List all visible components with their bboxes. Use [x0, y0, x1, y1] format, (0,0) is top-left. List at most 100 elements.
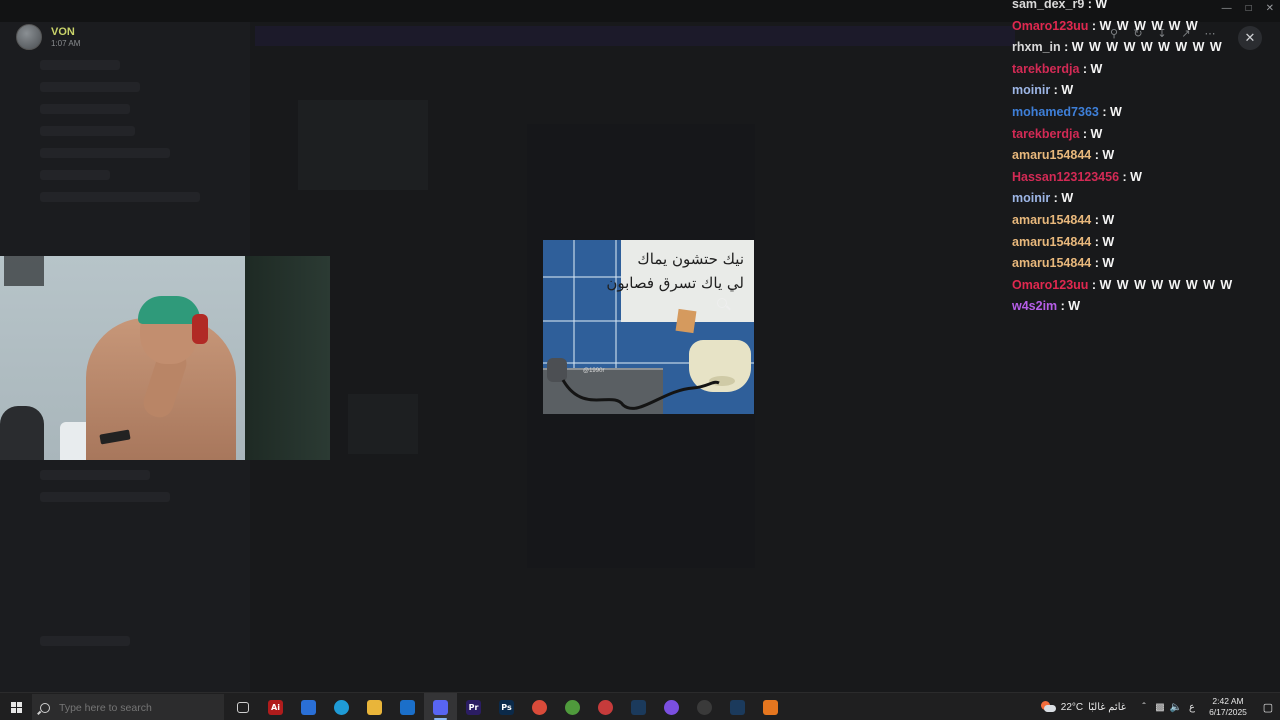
taskbar-app-steam[interactable] [622, 693, 655, 720]
chat-text: W [1061, 83, 1075, 98]
volume-icon[interactable]: 🔈 [1168, 702, 1184, 713]
system-tray: 22°C غائم غالبًا ˆ ▩ 🔈 ع 2:42 AM 6/17/20… [1040, 693, 1280, 720]
chat-message: rhxm_in : W W W W W W W W W [1012, 37, 1272, 59]
chat-username[interactable]: tarekberdja [1012, 62, 1079, 76]
chat-text: W W W W W W W W W [1071, 40, 1223, 55]
chat-message: amaru154844 : W [1012, 253, 1272, 275]
chat-separator: : [1079, 61, 1091, 76]
background-channel-row [40, 636, 130, 646]
chat-text: W [1090, 126, 1104, 141]
taskbar-app-edge[interactable] [325, 693, 358, 720]
chat-message: moinir : W [1012, 80, 1272, 102]
chat-username[interactable]: w4s2im [1012, 299, 1057, 313]
taskbar-app-microsoft-store[interactable] [292, 693, 325, 720]
taskbar-search[interactable] [32, 694, 224, 720]
app-circle-icon [697, 699, 712, 715]
chat-separator: : [1050, 191, 1062, 206]
chat-username[interactable]: moinir [1012, 191, 1050, 205]
chat-username[interactable]: amaru154844 [1012, 256, 1091, 270]
chat-username[interactable]: Hassan123123456 [1012, 170, 1119, 184]
chat-text: W [1102, 234, 1116, 249]
weather-widget[interactable]: 22°C غائم غالبًا [1040, 701, 1136, 713]
taskbar-app-file-explorer[interactable] [358, 693, 391, 720]
weather-temp: 22°C [1060, 701, 1084, 713]
chat-separator: : [1091, 148, 1103, 163]
taskbar-app-app-green[interactable] [556, 693, 589, 720]
taskbar-app-steam-2[interactable] [721, 693, 754, 720]
chat-username[interactable]: amaru154844 [1012, 235, 1091, 249]
microsoft-store-icon [301, 699, 316, 715]
notification-icon[interactable]: ▢ [1256, 701, 1280, 714]
chat-username[interactable]: Omaro123uu [1012, 19, 1088, 33]
app-green-icon [565, 699, 580, 715]
chat-separator: : [1091, 212, 1103, 227]
taskbar-app-app-circle[interactable] [688, 693, 721, 720]
chevron-up-icon[interactable]: ˆ [1136, 702, 1152, 713]
chat-text: W W W W W W W W [1099, 277, 1234, 292]
premiere-icon: Pr [466, 699, 481, 715]
chat-username[interactable]: sam_dex_r9 [1012, 0, 1084, 11]
chat-message: w4s2im : W [1012, 296, 1272, 318]
taskbar-app-outlook[interactable] [391, 693, 424, 720]
chat-message: tarekberdja : W [1012, 59, 1272, 81]
taskbar-app-app-orange[interactable] [754, 693, 787, 720]
background-channel-row [40, 104, 130, 114]
task-view-icon [236, 701, 249, 713]
taskbar-app-photoshop[interactable]: Ps [490, 693, 523, 720]
search-input[interactable] [59, 701, 209, 714]
taskbar-app-discord[interactable] [424, 693, 457, 720]
taskbar-app-premiere[interactable]: Pr [457, 693, 490, 720]
chat-username[interactable]: mohamed7363 [1012, 105, 1099, 119]
chat-message: amaru154844 : W [1012, 210, 1272, 232]
screen: VON 1:07 AM — □ ✕ ⚲ ↻ ↧ ↗ ⋯ ✕ نيك حتشون … [0, 0, 1280, 720]
chat-username[interactable]: moinir [1012, 83, 1050, 97]
chat-username[interactable]: amaru154844 [1012, 213, 1091, 227]
taskbar-app-app-red[interactable] [589, 693, 622, 720]
chat-separator: : [1091, 234, 1103, 249]
chat-text: W [1130, 169, 1143, 184]
taskbar-app-chrome[interactable] [523, 693, 556, 720]
chat-username[interactable]: rhxm_in [1012, 40, 1061, 54]
app-orange-icon [763, 699, 778, 715]
app-red-icon [598, 699, 613, 715]
webcam-overlay [0, 256, 330, 460]
edge-icon [334, 699, 349, 715]
chat-text: W [1095, 0, 1109, 11]
chat-separator: : [1060, 40, 1072, 55]
discord-icon [433, 699, 448, 715]
start-button[interactable] [0, 693, 32, 720]
background-channel-row [40, 82, 140, 92]
meme-image[interactable]: نيك حتشون يماك لي ياك تسرق فصابون @1990r [543, 240, 754, 414]
chat-text: W [1102, 256, 1116, 271]
network-icon[interactable]: ▩ [1152, 702, 1168, 713]
chat-username[interactable]: amaru154844 [1012, 148, 1091, 162]
avatar [16, 24, 42, 50]
chat-username[interactable]: Omaro123uu [1012, 278, 1088, 292]
taskbar-app-task-view[interactable] [226, 693, 259, 720]
weather-icon [1040, 701, 1056, 713]
background-channel-row [40, 492, 170, 502]
chat-message: mohamed7363 : W [1012, 102, 1272, 124]
chat-message: moinir : W [1012, 188, 1272, 210]
cable [561, 379, 720, 410]
background-message-image [348, 394, 418, 454]
chat-separator: : [1098, 104, 1110, 119]
chat-text: W [1109, 104, 1123, 119]
chat-separator: : [1084, 0, 1096, 11]
taskbar-app-messenger[interactable] [655, 693, 688, 720]
clock[interactable]: 2:42 AM 6/17/2025 [1200, 696, 1256, 718]
background-channel-row [40, 170, 110, 180]
background-channel-row [40, 126, 135, 136]
chat-username[interactable]: tarekberdja [1012, 127, 1079, 141]
windows-icon [10, 701, 22, 713]
zoom-cursor-icon [717, 298, 727, 308]
outlook-icon [400, 699, 415, 715]
background-message-image [298, 100, 428, 190]
chat-separator: : [1050, 83, 1062, 98]
taskbar-app-adobe-illustrator[interactable]: Ai [259, 693, 292, 720]
image-uploader: VON 1:07 AM [16, 24, 80, 50]
chat-message: sam_dex_r9 : W [1012, 0, 1272, 16]
input-language[interactable]: ع [1184, 702, 1200, 713]
chat-message: amaru154844 : W [1012, 232, 1272, 254]
background-channel-row [40, 60, 120, 70]
